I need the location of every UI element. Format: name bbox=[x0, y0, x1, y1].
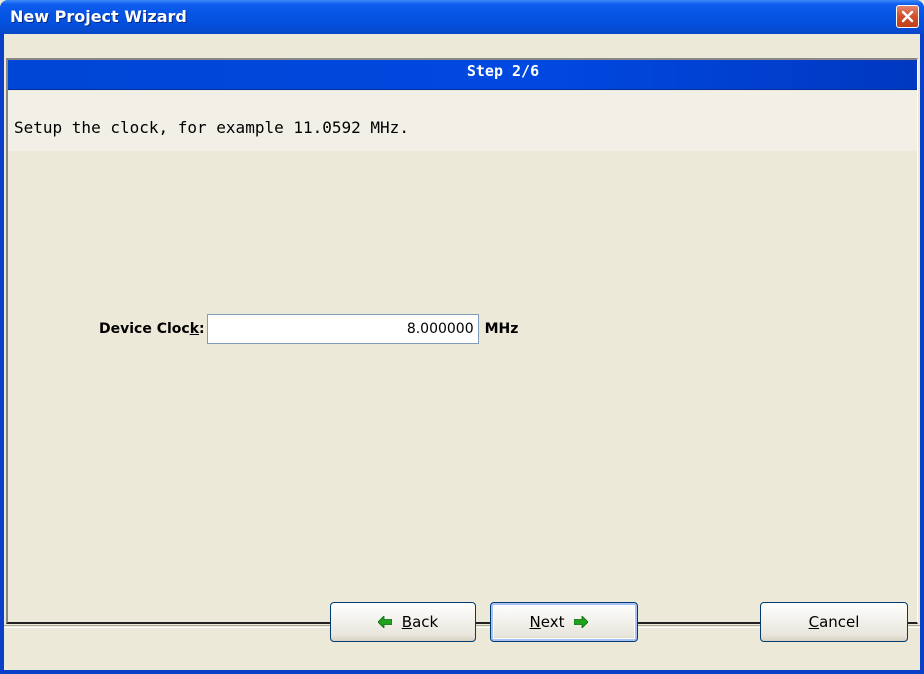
back-button-label: Back bbox=[402, 613, 438, 631]
next-button-label: Next bbox=[530, 613, 565, 631]
next-accel: N bbox=[529, 613, 541, 631]
back-rest: ack bbox=[412, 613, 439, 631]
cancel-button-label: Cancel bbox=[809, 613, 860, 631]
device-clock-input[interactable] bbox=[206, 314, 479, 344]
back-accel: B bbox=[401, 613, 413, 631]
cancel-button[interactable]: Cancel bbox=[760, 602, 908, 642]
cancel-rest: ancel bbox=[819, 613, 860, 631]
device-clock-label-accel: k bbox=[189, 321, 200, 337]
device-clock-label-text: Device Cloc bbox=[99, 321, 190, 337]
back-button[interactable]: Back bbox=[330, 602, 476, 642]
device-clock-label: Device Clock: bbox=[99, 321, 205, 337]
wizard-window: New Project Wizard Step 2/6 Setup the cl… bbox=[0, 0, 924, 674]
device-clock-label-colon: : bbox=[199, 321, 205, 337]
close-button[interactable] bbox=[896, 5, 919, 28]
next-button[interactable]: Next bbox=[490, 602, 638, 642]
window-title: New Project Wizard bbox=[10, 7, 187, 26]
close-icon bbox=[901, 10, 914, 23]
title-bar[interactable]: New Project Wizard bbox=[0, 0, 924, 34]
clock-unit-label: MHz bbox=[484, 321, 519, 337]
arrow-left-icon bbox=[377, 616, 392, 628]
device-clock-row: Device Clock: MHz bbox=[99, 314, 518, 344]
wizard-client-area: Step 2/6 Setup the clock, for example 11… bbox=[4, 34, 920, 670]
arrow-right-icon bbox=[574, 616, 589, 628]
next-rest: ext bbox=[540, 613, 565, 631]
cancel-accel: C bbox=[808, 613, 820, 631]
